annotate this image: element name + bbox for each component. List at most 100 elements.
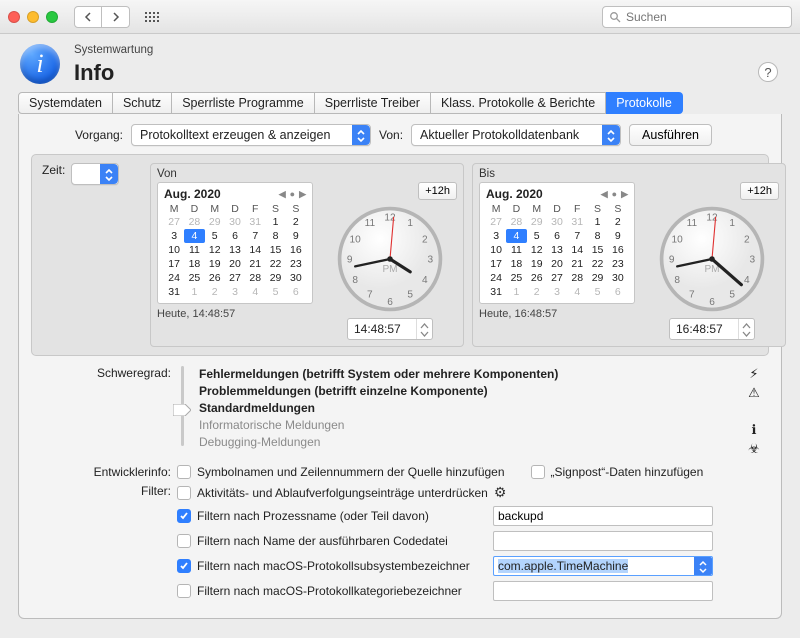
time-from-field[interactable]: 14:48:57 (347, 318, 433, 340)
svg-text:12: 12 (706, 213, 718, 224)
time-to-title: Bis (479, 168, 779, 180)
svg-text:9: 9 (669, 255, 675, 266)
svg-text:1: 1 (407, 218, 413, 229)
header-subtitle: Systemwartung (74, 44, 153, 56)
filter-subsystem-label: Filtern nach macOS-Protokollsubsystembez… (197, 559, 487, 573)
svg-text:7: 7 (689, 290, 695, 301)
svg-text:4: 4 (422, 275, 428, 286)
search-input[interactable] (626, 10, 785, 24)
filter-exec-input[interactable] (493, 531, 713, 551)
svg-text:6: 6 (709, 297, 715, 308)
info-icon: i (20, 44, 60, 84)
filter-process-label: Filtern nach Prozessname (oder Teil davo… (197, 509, 487, 523)
time-from-panel: Von Aug. 2020 ◀●▶ MDMDFSS272829303112345… (150, 163, 464, 347)
suppress-activity-label: Aktivitäts- und Ablaufverfolgungseinträg… (197, 486, 488, 500)
severity-label: Schweregrad: (31, 366, 171, 457)
calendar-to-nav[interactable]: ◀●▶ (601, 189, 628, 200)
tab-sperrliste-treiber[interactable]: Sperrliste Treiber (315, 92, 431, 114)
filter-exec-label: Filtern nach Name der ausführbaren Coded… (197, 534, 487, 548)
svg-text:10: 10 (350, 235, 362, 246)
calendar-from-nav[interactable]: ◀●▶ (279, 189, 306, 200)
calendar-to[interactable]: Aug. 2020 ◀●▶ MDMDFSS2728293031123456789… (479, 182, 635, 304)
plus12h-to-button[interactable]: +12h (740, 182, 779, 200)
svg-text:4: 4 (744, 275, 750, 286)
clock-to[interactable]: 12369 1245 781011 PM (657, 204, 767, 314)
tab-klass-protokolle[interactable]: Klass. Protokolle & Berichte (431, 92, 606, 114)
traffic-lights (8, 11, 58, 23)
svg-text:6: 6 (387, 297, 393, 308)
devinfo-label: Entwicklerinfo: (31, 465, 171, 479)
filter-subsystem-combo[interactable]: com.apple.TimeMachine (493, 556, 713, 576)
filter-label: Filter: (31, 484, 171, 498)
close-window-button[interactable] (8, 11, 20, 23)
filter-process-checkbox[interactable] (177, 509, 191, 523)
show-all-prefs-button[interactable] (138, 6, 166, 28)
tab-sperrliste-programme[interactable]: Sperrliste Programme (172, 92, 315, 114)
gear-icon[interactable]: ⚙︎ (494, 484, 507, 501)
zeit-select[interactable] (71, 163, 119, 185)
svg-text:3: 3 (428, 255, 434, 266)
svg-text:8: 8 (674, 275, 680, 286)
forward-button[interactable] (102, 6, 130, 28)
tab-systemdaten[interactable]: Systemdaten (18, 92, 113, 114)
svg-text:2: 2 (422, 235, 428, 246)
tab-bar: Systemdaten Schutz Sperrliste Programme … (18, 92, 782, 114)
calendar-to-month: Aug. 2020 (486, 187, 543, 201)
filter-subsystem-value: com.apple.TimeMachine (498, 559, 628, 573)
page-title: Info (74, 60, 153, 86)
suppress-activity-checkbox[interactable] (177, 486, 191, 500)
info-severity-icon: ℹ︎ (752, 422, 757, 438)
filter-process-input[interactable] (493, 506, 713, 526)
svg-text:5: 5 (407, 290, 413, 301)
svg-text:11: 11 (365, 218, 376, 229)
back-button[interactable] (74, 6, 102, 28)
svg-text:10: 10 (672, 235, 684, 246)
clock-from[interactable]: 12369 1245 781011 PM (335, 204, 445, 314)
time-from-today: Heute, 14:48:57 (157, 308, 313, 320)
filter-subsystem-checkbox[interactable] (177, 559, 191, 573)
help-button[interactable]: ? (758, 62, 778, 82)
vorgang-value: Protokolltext erzeugen & anzeigen (140, 128, 330, 142)
svg-text:2: 2 (744, 235, 750, 246)
svg-text:8: 8 (352, 275, 358, 286)
run-button[interactable]: Ausführen (629, 124, 712, 146)
von-source-label: Von: (379, 128, 403, 142)
svg-text:11: 11 (687, 218, 698, 229)
content-panel: Vorgang: Protokolltext erzeugen & anzeig… (18, 114, 782, 619)
time-range-panel: Zeit: Von Aug. 2020 ◀●▶ MDMDFSS272829303… (31, 154, 769, 356)
nav-buttons (74, 6, 130, 28)
von-source-select[interactable]: Aktueller Protokolldatenbank (411, 124, 621, 146)
time-to-panel: Bis Aug. 2020 ◀●▶ MDMDFSS272829303112345… (472, 163, 786, 347)
filter-category-label: Filtern nach macOS-Protokollkategoriebez… (197, 584, 487, 598)
symbolnames-checkbox[interactable] (177, 465, 191, 479)
von-source-value: Aktueller Protokolldatenbank (420, 128, 579, 142)
lightning-icon: ⚡︎ (749, 366, 758, 382)
vorgang-label: Vorgang: (31, 128, 123, 142)
svg-text:12: 12 (384, 213, 396, 224)
severity-slider[interactable] (177, 366, 187, 446)
tab-schutz[interactable]: Schutz (113, 92, 172, 114)
minimize-window-button[interactable] (27, 11, 39, 23)
vorgang-select[interactable]: Protokolltext erzeugen & anzeigen (131, 124, 371, 146)
symbolnames-label: Symbolnamen und Zeilennummern der Quelle… (197, 465, 505, 479)
signpost-checkbox[interactable] (531, 465, 545, 479)
plus12h-from-button[interactable]: +12h (418, 182, 457, 200)
time-to-field[interactable]: 16:48:57 (669, 318, 755, 340)
filter-exec-checkbox[interactable] (177, 534, 191, 548)
time-from-title: Von (157, 168, 457, 180)
filter-category-checkbox[interactable] (177, 584, 191, 598)
window-titlebar (0, 0, 800, 34)
zoom-window-button[interactable] (46, 11, 58, 23)
svg-text:5: 5 (729, 290, 735, 301)
bug-icon: ☣︎ (748, 441, 760, 457)
svg-text:7: 7 (367, 290, 373, 301)
tab-protokolle[interactable]: Protokolle (606, 92, 683, 114)
severity-list: Fehlermeldungen (betrifft System oder me… (199, 366, 733, 457)
svg-text:9: 9 (347, 255, 353, 266)
search-field[interactable] (602, 6, 792, 28)
time-to-today: Heute, 16:48:57 (479, 308, 635, 320)
svg-text:PM: PM (382, 264, 397, 275)
warning-icon: ⚠︎ (748, 385, 760, 401)
filter-category-input[interactable] (493, 581, 713, 601)
calendar-from[interactable]: Aug. 2020 ◀●▶ MDMDFSS2728293031123456789… (157, 182, 313, 304)
